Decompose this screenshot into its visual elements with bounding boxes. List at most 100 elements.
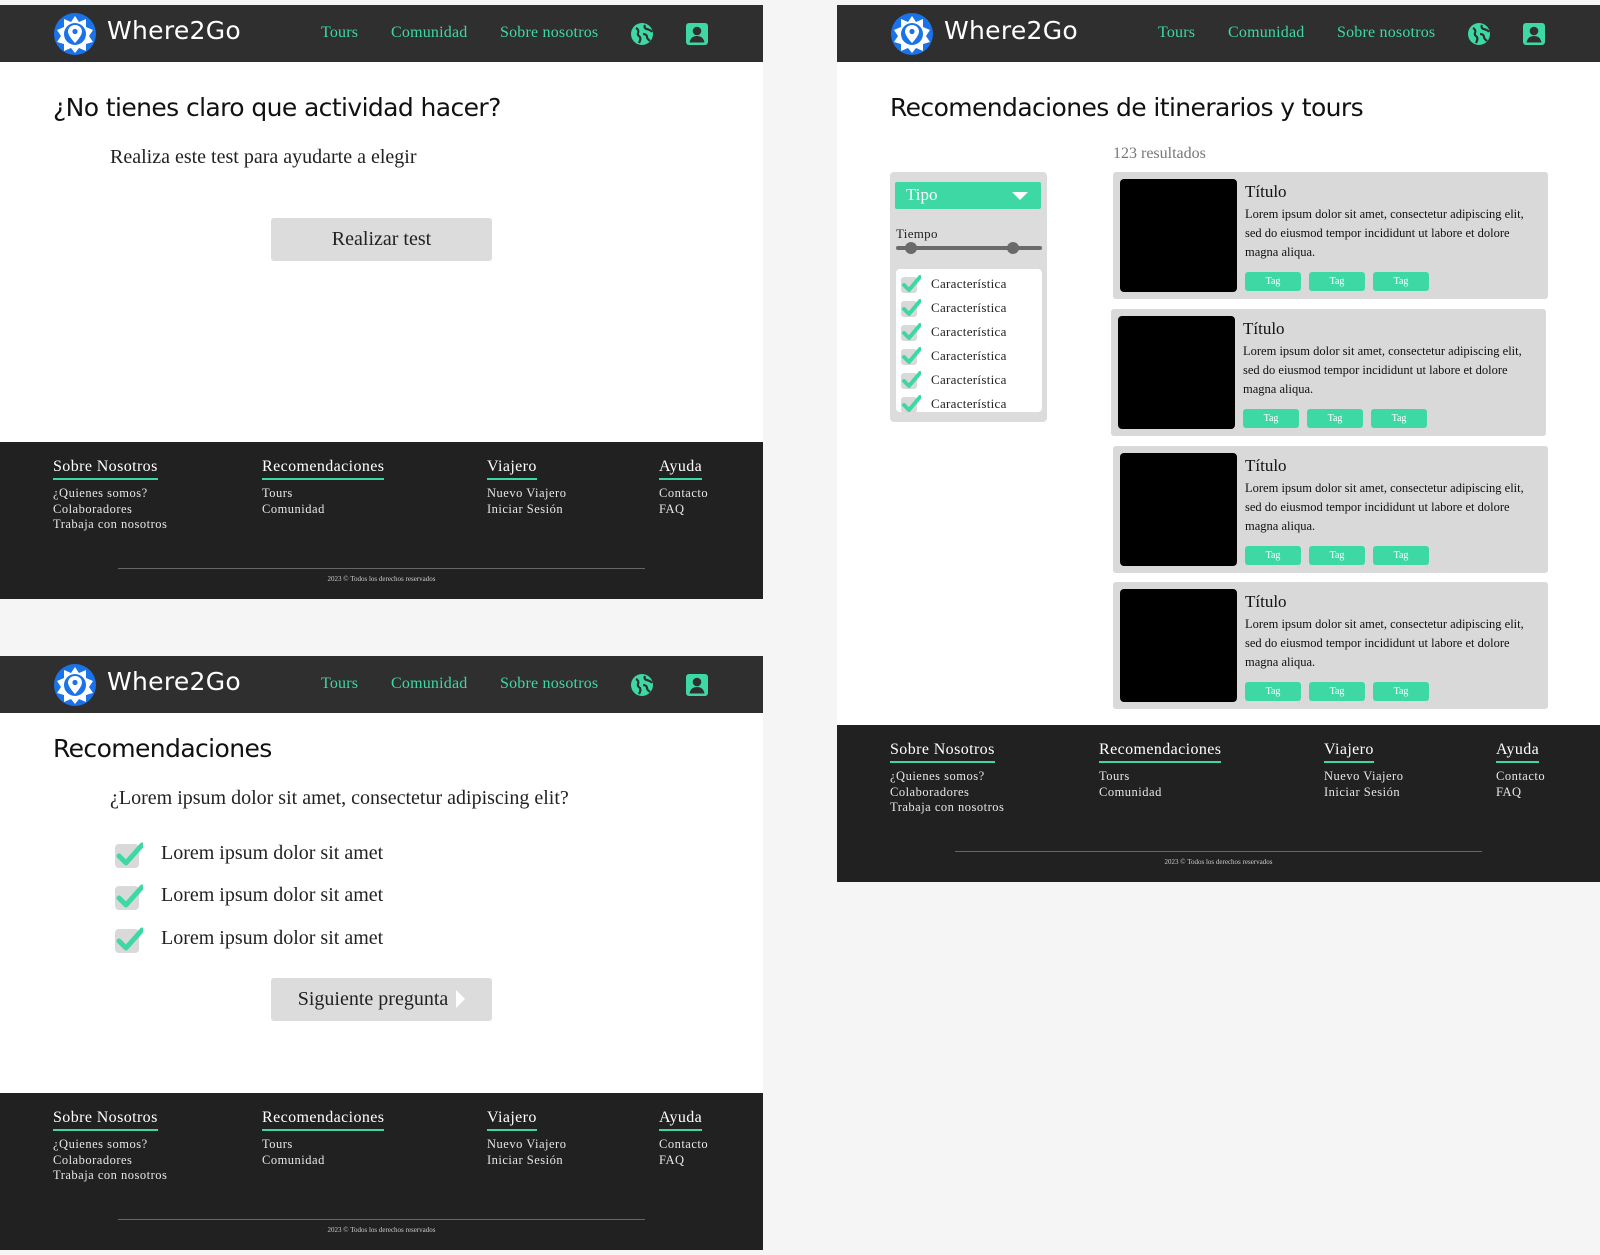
take-test-button[interactable]: Realizar test <box>271 218 492 261</box>
tag-chip[interactable]: Tag <box>1309 546 1365 565</box>
tag-chip[interactable]: Tag <box>1245 682 1301 701</box>
globe-icon[interactable] <box>1467 22 1491 46</box>
brand-name[interactable]: Where2Go <box>107 667 241 696</box>
nav-tours[interactable]: Tours <box>1158 24 1195 42</box>
tag-chip[interactable]: Tag <box>1373 682 1429 701</box>
footer-link[interactable]: Comunidad <box>262 1153 384 1169</box>
footer-link[interactable]: FAQ <box>659 1153 708 1169</box>
slider-max-handle[interactable] <box>1007 242 1019 254</box>
checkbox-checked-icon[interactable] <box>901 395 921 413</box>
characteristic-checkbox[interactable]: Característica <box>901 297 1041 319</box>
time-range-slider[interactable] <box>896 242 1042 254</box>
result-card[interactable]: Título Lorem ipsum dolor sit amet, conse… <box>1113 172 1548 299</box>
answer-option-label: Lorem ipsum dolor sit amet <box>161 927 384 949</box>
footer-link[interactable]: Iniciar Sesión <box>487 502 566 518</box>
checkbox-checked-icon[interactable] <box>115 927 143 953</box>
tag-chip[interactable]: Tag <box>1307 409 1363 428</box>
footer-link[interactable]: Iniciar Sesión <box>1324 785 1403 801</box>
card-thumbnail[interactable] <box>1120 453 1237 566</box>
footer-link[interactable]: Trabaja con nosotros <box>53 1168 167 1184</box>
footer-link[interactable]: ¿Quienes somos? <box>53 1137 167 1153</box>
footer-link[interactable]: Nuevo Viajero <box>1324 769 1403 785</box>
footer-link[interactable]: Trabaja con nosotros <box>890 800 1004 816</box>
card-title[interactable]: Título <box>1245 456 1287 476</box>
footer-link[interactable]: Tours <box>262 1137 384 1153</box>
characteristic-checkbox[interactable]: Característica <box>901 345 1041 367</box>
result-card[interactable]: Título Lorem ipsum dolor sit amet, conse… <box>1113 446 1548 573</box>
characteristic-checkbox[interactable]: Característica <box>901 321 1041 343</box>
nav-tours[interactable]: Tours <box>321 675 358 693</box>
card-title[interactable]: Título <box>1243 319 1285 339</box>
footer-link[interactable]: Colaboradores <box>53 1153 167 1169</box>
card-title[interactable]: Título <box>1245 592 1287 612</box>
slider-min-handle[interactable] <box>905 242 917 254</box>
checkbox-checked-icon[interactable] <box>901 275 921 293</box>
brand-name[interactable]: Where2Go <box>944 16 1078 45</box>
nav-sobre-nosotros[interactable]: Sobre nosotros <box>500 24 598 42</box>
characteristic-checkbox[interactable]: Característica <box>901 273 1041 295</box>
footer-link[interactable]: Colaboradores <box>890 785 1004 801</box>
result-card[interactable]: Título Lorem ipsum dolor sit amet, conse… <box>1113 582 1548 709</box>
footer-link[interactable]: ¿Quienes somos? <box>890 769 1004 785</box>
footer-link[interactable]: Nuevo Viajero <box>487 1137 566 1153</box>
globe-icon[interactable] <box>630 673 654 697</box>
footer-link[interactable]: Comunidad <box>1099 785 1221 801</box>
footer-link[interactable]: Contacto <box>659 1137 708 1153</box>
checkbox-checked-icon[interactable] <box>901 347 921 365</box>
card-title[interactable]: Título <box>1245 182 1287 202</box>
tag-chip[interactable]: Tag <box>1309 272 1365 291</box>
footer-heading: Ayuda <box>1496 741 1540 763</box>
answer-option[interactable]: Lorem ipsum dolor sit amet <box>115 882 415 912</box>
nav-comunidad[interactable]: Comunidad <box>391 675 467 693</box>
checkbox-checked-icon[interactable] <box>115 842 143 868</box>
tag-chip[interactable]: Tag <box>1243 409 1299 428</box>
tag-chip[interactable]: Tag <box>1245 272 1301 291</box>
footer-link[interactable]: Comunidad <box>262 502 384 518</box>
footer-link[interactable]: Tours <box>262 486 384 502</box>
nav-comunidad[interactable]: Comunidad <box>391 24 467 42</box>
footer-link[interactable]: Nuevo Viajero <box>487 486 566 502</box>
footer-link[interactable]: ¿Quienes somos? <box>53 486 167 502</box>
answer-option[interactable]: Lorem ipsum dolor sit amet <box>115 840 415 870</box>
user-account-icon[interactable] <box>685 673 709 697</box>
tag-chip[interactable]: Tag <box>1245 546 1301 565</box>
logo-pin-icon[interactable] <box>890 13 934 55</box>
type-dropdown[interactable]: Tipo <box>895 182 1041 209</box>
checkbox-checked-icon[interactable] <box>115 884 143 910</box>
globe-icon[interactable] <box>630 22 654 46</box>
logo-pin-icon[interactable] <box>53 664 97 706</box>
next-question-label: Siguiente pregunta <box>297 988 449 1010</box>
tag-chip[interactable]: Tag <box>1371 409 1427 428</box>
footer-link[interactable]: Contacto <box>659 486 708 502</box>
footer-link[interactable]: Colaboradores <box>53 502 167 518</box>
footer-link[interactable]: Iniciar Sesión <box>487 1153 566 1169</box>
checkbox-checked-icon[interactable] <box>901 323 921 341</box>
footer-link[interactable]: FAQ <box>659 502 708 518</box>
footer-link[interactable]: Trabaja con nosotros <box>53 517 167 533</box>
logo-pin-icon[interactable] <box>53 13 97 55</box>
card-thumbnail[interactable] <box>1120 589 1237 702</box>
tag-chip[interactable]: Tag <box>1373 272 1429 291</box>
footer-heading: Ayuda <box>659 1109 703 1131</box>
checkbox-checked-icon[interactable] <box>901 371 921 389</box>
card-thumbnail[interactable] <box>1118 316 1235 429</box>
tag-chip[interactable]: Tag <box>1309 682 1365 701</box>
footer-link[interactable]: FAQ <box>1496 785 1545 801</box>
tag-chip[interactable]: Tag <box>1373 546 1429 565</box>
checkbox-checked-icon[interactable] <box>901 299 921 317</box>
nav-sobre-nosotros[interactable]: Sobre nosotros <box>1337 24 1435 42</box>
nav-sobre-nosotros[interactable]: Sobre nosotros <box>500 675 598 693</box>
nav-tours[interactable]: Tours <box>321 24 358 42</box>
brand-name[interactable]: Where2Go <box>107 16 241 45</box>
characteristic-checkbox[interactable]: Característica <box>901 369 1041 391</box>
footer-link[interactable]: Contacto <box>1496 769 1545 785</box>
next-question-button[interactable]: Siguiente pregunta <box>271 978 492 1021</box>
user-account-icon[interactable] <box>1522 22 1546 46</box>
nav-comunidad[interactable]: Comunidad <box>1228 24 1304 42</box>
answer-option[interactable]: Lorem ipsum dolor sit amet <box>115 925 415 955</box>
footer-link[interactable]: Tours <box>1099 769 1221 785</box>
card-thumbnail[interactable] <box>1120 179 1237 292</box>
result-card[interactable]: Título Lorem ipsum dolor sit amet, conse… <box>1111 309 1546 436</box>
characteristic-checkbox[interactable]: Característica <box>901 393 1041 415</box>
user-account-icon[interactable] <box>685 22 709 46</box>
